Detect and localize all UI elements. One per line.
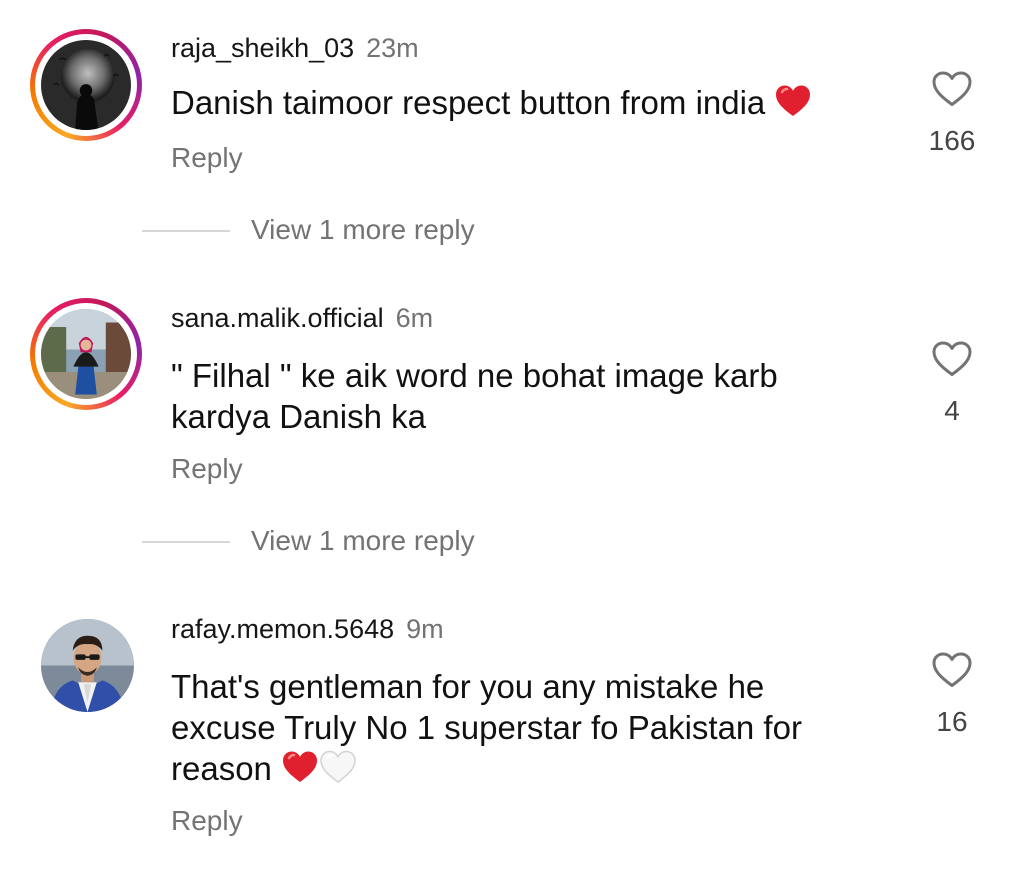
comment-text: Danish taimoor respect button from india: [171, 82, 871, 127]
comment-time: 9m: [406, 614, 444, 644]
like-count: 166: [928, 125, 976, 156]
white-heart-emoji: [319, 750, 357, 793]
like-control: 166: [900, 70, 1004, 158]
comment-text: That's gentleman for you any mistake he …: [171, 666, 871, 793]
heart-outline-icon[interactable]: [931, 651, 973, 689]
like-control: 16: [900, 651, 1004, 739]
comment-text-line: That's gentleman for you any mistake he: [171, 668, 765, 705]
comment-text-line-with-emoji: reason: [171, 748, 871, 793]
comment-time: 23m: [366, 33, 419, 63]
like-count: 4: [944, 395, 960, 426]
comment-meta: rafay.memon.5648 9m: [171, 612, 444, 646]
avatar[interactable]: [41, 619, 134, 712]
avatar: [41, 309, 131, 399]
comment-username[interactable]: sana.malik.official: [171, 303, 384, 333]
comment-meta: raja_sheikh_03 23m: [171, 31, 419, 65]
red-heart-emoji: [774, 84, 812, 127]
avatar-story-ring[interactable]: [30, 298, 142, 410]
comment-text-line: reason: [171, 750, 272, 787]
comment-meta: sana.malik.official 6m: [171, 301, 433, 335]
avatar-image: [41, 619, 134, 712]
comment-time: 6m: [395, 303, 434, 333]
like-count: 16: [936, 706, 968, 737]
red-heart-emoji: [281, 750, 319, 793]
comment-text-line: excuse Truly No 1 superstar fo Pakistan …: [171, 709, 802, 746]
comment-username[interactable]: rafay.memon.5648: [171, 614, 394, 644]
heart-outline-icon[interactable]: [931, 70, 973, 108]
view-more-label[interactable]: View 1 more reply: [251, 524, 475, 558]
view-more-label[interactable]: View 1 more reply: [251, 213, 475, 247]
reply-button[interactable]: Reply: [171, 141, 243, 175]
like-control: 4: [900, 340, 1004, 428]
divider-line: [142, 230, 230, 232]
comment-username[interactable]: raja_sheikh_03: [171, 33, 354, 63]
avatar-image: [41, 309, 131, 399]
heart-outline-icon[interactable]: [931, 340, 973, 378]
divider-line: [142, 541, 230, 543]
reply-button[interactable]: Reply: [171, 452, 243, 486]
avatar: [41, 40, 131, 130]
avatar-story-ring[interactable]: [30, 29, 142, 141]
avatar-image: [41, 40, 131, 130]
comment-text-line: " Filhal " ke aik word ne bohat image ka…: [171, 357, 778, 394]
comment-text-line: kardya Danish ka: [171, 398, 426, 435]
comment-text-line: Danish taimoor respect button from india: [171, 84, 766, 121]
reply-button[interactable]: Reply: [171, 804, 243, 838]
comment-text: " Filhal " ke aik word ne bohat image ka…: [171, 355, 871, 437]
